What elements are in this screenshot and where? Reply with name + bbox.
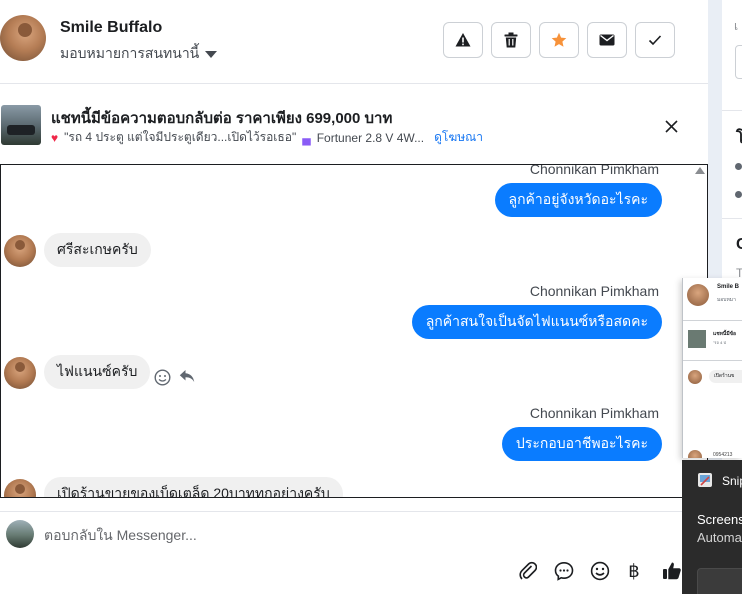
panel-partial-label: เ [734, 19, 739, 33]
contact-name[interactable]: Smile Buffalo [60, 19, 162, 37]
screenshot-preview-thumbnail[interactable]: Smile B มอบหมา แชทนี้มีข้อ "รถ 4 ป เปิดร… [682, 278, 742, 458]
scroll-up-arrow-icon[interactable] [695, 167, 705, 174]
thumb-avatar-small [688, 450, 702, 458]
warning-icon [455, 33, 471, 47]
incoming-message[interactable]: ไฟแนนซ์ครับ [44, 355, 151, 389]
thumb-small-text: 0954213 [713, 452, 733, 458]
ad-title: แชทนี้มีข้อความตอบกลับต่อ ราคาเพียง 699,… [51, 110, 393, 127]
thumb-avatar [687, 284, 709, 306]
delete-button[interactable] [491, 22, 531, 58]
contact-avatar-small [4, 357, 36, 389]
message-sender: Chonnikan Pimkham [529, 405, 659, 421]
thumb-sub: มอบหมา [717, 297, 736, 303]
panel-section-heading: C [736, 236, 742, 253]
info-bullet-icon [735, 163, 742, 170]
panel-section-heading: โ [736, 130, 742, 147]
thumb-ad-sub: "รถ 4 ป [713, 340, 726, 345]
thumb-divider [683, 360, 742, 361]
outgoing-message[interactable]: ประกอบอาชีพอะไรคะ [501, 427, 662, 461]
ad-subtitle: ♥ "รถ 4 ประตู แต่ใจมีประตูเดียว...เปิดไว… [51, 128, 483, 147]
caret-down-icon [205, 51, 218, 58]
panel-divider [722, 218, 742, 219]
payment-button[interactable]: ฿ [622, 559, 646, 583]
conversation-header: Smile Buffalo มอบหมายการสนทนานี้ [0, 0, 708, 84]
ad-context-banner: แชทนี้มีข้อความตอบกลับต่อ ราคาเพียง 699,… [0, 85, 708, 165]
toast-action-button[interactable] [697, 568, 742, 594]
message-thread[interactable]: Chonnikan Pimkham ลูกค้าอยู่จังหวัดอะไรค… [0, 165, 708, 498]
heart-icon: ♥ [51, 130, 59, 145]
ad-quote: "รถ 4 ประตู แต่ใจมีประตูเดียว...เปิดไว้ร… [64, 130, 297, 144]
chat-bubble-icon [554, 561, 574, 581]
reply-composer: ฿ [0, 511, 708, 594]
thumb-ad-image [688, 330, 706, 348]
assign-label: มอบหมายการสนทนานี้ [60, 45, 200, 61]
snip-notification-toast[interactable]: Snip Screens Automa [682, 460, 742, 594]
incoming-message[interactable]: เปิดร้านขายของเบ็ดเตล็ด 20บาททุกอย่างครั… [44, 477, 343, 497]
incoming-message[interactable]: ศรีสะเกษครับ [44, 233, 151, 267]
mark-done-button[interactable] [635, 22, 675, 58]
message-sender: Chonnikan Pimkham [529, 165, 659, 177]
location-pin-icon [735, 191, 742, 198]
paperclip-icon [519, 561, 537, 580]
thumb-name: Smile B [717, 284, 740, 290]
toast-title: Screens [697, 512, 742, 527]
reply-button[interactable] [177, 366, 197, 386]
toast-app-name: Snip [722, 474, 742, 488]
saved-replies-button[interactable] [552, 559, 576, 583]
mark-unread-button[interactable] [587, 22, 627, 58]
toast-message: Automa [697, 530, 742, 545]
view-ad-link[interactable]: ดูโฆษณา [434, 128, 483, 147]
page-avatar [6, 520, 34, 548]
car-icon: ▄ [302, 130, 311, 145]
contact-avatar-small [4, 479, 36, 497]
thumb-divider [683, 320, 742, 321]
outgoing-message[interactable]: ลูกค้าสนใจเป็นจัดไฟแนนซ์หรือสดคะ [411, 305, 662, 339]
contact-avatar-small [4, 235, 36, 267]
panel-divider [722, 110, 742, 111]
mark-spam-button[interactable] [443, 22, 483, 58]
ad-model: Fortuner 2.8 V 4W... [316, 130, 425, 145]
send-like-button[interactable] [660, 559, 684, 583]
attach-file-button[interactable] [516, 559, 540, 583]
reply-input[interactable] [44, 523, 644, 547]
thumb-bubble: เปิดร้านข [709, 370, 742, 383]
envelope-icon [599, 34, 615, 46]
outgoing-message[interactable]: ลูกค้าอยู่จังหวัดอะไรคะ [494, 183, 662, 217]
reply-icon [179, 370, 195, 382]
close-icon [664, 119, 678, 133]
close-ad-banner-button[interactable] [660, 115, 682, 137]
contact-avatar[interactable] [0, 15, 46, 61]
thumb-avatar-small [688, 370, 702, 384]
react-emoji-button[interactable] [152, 367, 172, 387]
star-icon [551, 32, 567, 47]
message-sender: Chonnikan Pimkham [529, 283, 659, 299]
thumbs-up-icon [663, 562, 681, 580]
smiley-icon [153, 368, 171, 386]
trash-icon [504, 32, 518, 48]
panel-input-box[interactable] [735, 45, 742, 79]
thumb-ad-title: แชทนี้มีข้อ [713, 331, 737, 337]
ad-thumbnail[interactable] [1, 105, 41, 145]
assign-conversation-dropdown[interactable]: มอบหมายการสนทนานี้ [60, 43, 218, 65]
emoji-icon [590, 561, 610, 581]
emoji-button[interactable] [588, 559, 612, 583]
check-icon [648, 35, 662, 46]
baht-icon: ฿ [628, 560, 640, 582]
snipping-tool-icon [698, 473, 712, 487]
star-button[interactable] [539, 22, 579, 58]
inbox-conversation-view: Smile Buffalo มอบหมายการสนทนานี้ แชทนี้ม… [0, 0, 742, 594]
